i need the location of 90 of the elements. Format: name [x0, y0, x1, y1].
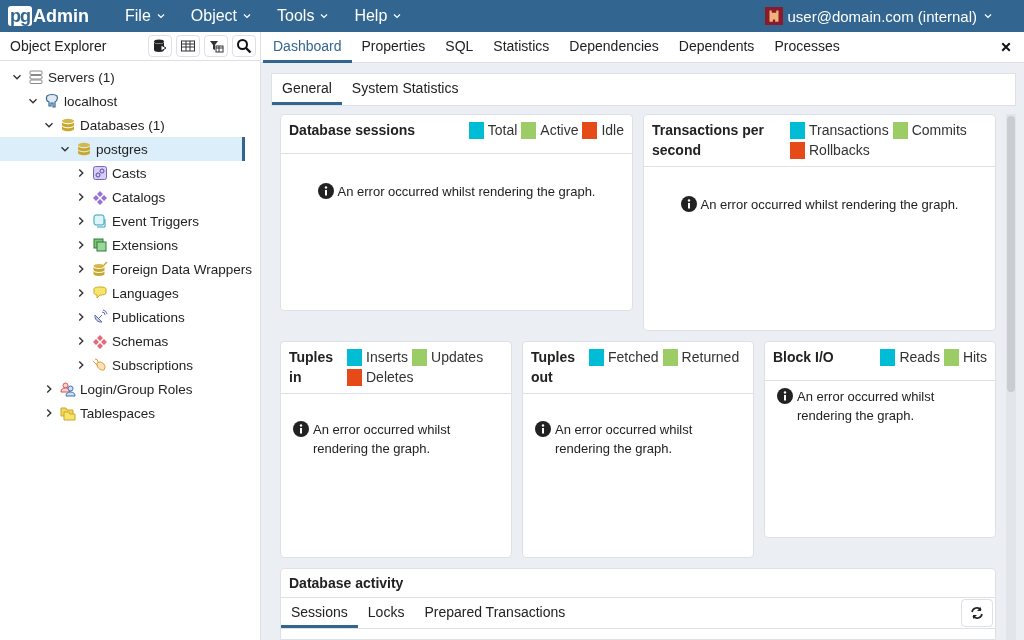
logo-text: Admin — [33, 5, 89, 27]
catalog-icon — [92, 189, 108, 205]
tree-item[interactable]: Extensions — [0, 233, 260, 257]
tree-item[interactable]: Databases (1) — [0, 113, 260, 137]
tab[interactable]: System Statistics — [341, 74, 469, 105]
tab[interactable]: SQL — [435, 32, 484, 63]
tab[interactable]: Prepared Transactions — [414, 598, 576, 628]
legend-label: Transactions — [809, 121, 889, 140]
legend-label: Reads — [899, 348, 940, 367]
error-message: An error occurred whilst rendering the graph. — [797, 388, 936, 425]
panel-title: Tuples out — [531, 348, 577, 387]
menu-item[interactable]: Help — [342, 0, 416, 32]
error-message: An error occurred whilst rendering the graph. — [313, 421, 452, 458]
tab[interactable]: Properties — [351, 32, 436, 63]
refresh-button[interactable] — [961, 599, 993, 627]
tab[interactable]: Dependents — [668, 32, 765, 63]
menu-item[interactable]: Object — [178, 0, 266, 32]
tree-item[interactable]: Subscriptions — [0, 353, 260, 377]
tree-item[interactable]: Servers (1) — [0, 65, 260, 89]
tree-item[interactable]: Casts — [0, 161, 260, 185]
filter-button[interactable] — [204, 35, 228, 57]
users-icon — [60, 381, 76, 397]
tree-item[interactable]: Login/Group Roles — [0, 377, 260, 401]
scroll-thumb[interactable] — [1007, 116, 1015, 392]
error-message: An error occurred whilst rendering the graph. — [555, 421, 694, 458]
cast-icon — [92, 165, 108, 181]
database-icon — [60, 117, 76, 133]
tab[interactable]: Locks — [357, 598, 415, 628]
legend-label: Active — [540, 121, 579, 140]
table-button[interactable] — [176, 35, 200, 57]
error-message: An error occurred whilst rendering the graph. — [700, 196, 959, 214]
legend-label: Inserts — [366, 348, 408, 367]
tab[interactable]: General — [272, 74, 342, 105]
database-icon — [76, 141, 92, 157]
search-icon — [236, 38, 252, 54]
tab[interactable]: Statistics — [483, 32, 560, 63]
panel-title: Tuples in — [289, 348, 335, 387]
avatar-icon — [764, 7, 783, 25]
panel-title: Transactions per second — [652, 121, 766, 160]
tree-item[interactable]: Languages — [0, 281, 260, 305]
query-tool-button[interactable] — [148, 35, 172, 57]
scrollbar[interactable] — [1006, 114, 1016, 640]
panel-title: Database sessions — [289, 121, 417, 140]
user-menu[interactable]: user@domain.com (internal) — [758, 6, 1000, 26]
database-play-icon — [152, 38, 168, 54]
tree-item[interactable]: Publications — [0, 305, 260, 329]
legend-label: Commits — [911, 121, 967, 140]
legend-label: Rollbacks — [809, 141, 870, 160]
tree-item[interactable]: Event Triggers — [0, 209, 260, 233]
legend-label: Updates — [431, 348, 484, 367]
tab[interactable]: Processes — [764, 32, 850, 63]
legend-label: Idle — [601, 121, 624, 140]
legend-label: Hits — [962, 348, 987, 367]
legend-label: Total — [487, 121, 518, 140]
legend-label: Fetched — [608, 348, 659, 367]
table-icon — [180, 38, 196, 54]
schema-icon — [92, 333, 108, 349]
trigger-icon — [92, 213, 108, 229]
folder-icon — [60, 405, 76, 421]
database-icon — [92, 261, 108, 277]
info-icon — [293, 421, 309, 437]
legend-label: Deletes — [366, 368, 414, 387]
error-message: An error occurred whilst rendering the graph. — [337, 183, 596, 201]
info-icon — [680, 196, 697, 212]
tree-item[interactable]: Tablespaces — [0, 401, 260, 425]
info-icon — [777, 388, 793, 404]
panel-title: Database activity — [281, 569, 995, 598]
info-icon — [535, 421, 551, 437]
tree-item[interactable]: localhost — [0, 89, 260, 113]
tree-item[interactable]: Catalogs — [0, 185, 260, 209]
tab[interactable]: Sessions — [281, 598, 358, 628]
menu-item[interactable]: File — [113, 0, 179, 32]
tab[interactable]: Dashboard — [263, 32, 352, 63]
server-stack-icon — [28, 69, 44, 85]
tab[interactable]: Dependencies — [559, 32, 669, 63]
menu-item[interactable]: Tools — [265, 0, 343, 32]
tree-item[interactable]: postgres — [0, 137, 245, 161]
panel-title: Object Explorer — [10, 38, 108, 54]
close-icon[interactable] — [1000, 41, 1012, 53]
extension-icon — [92, 237, 108, 253]
refresh-icon — [969, 605, 985, 621]
speech-bubble-icon — [92, 285, 108, 301]
panel-title: Block I/O — [773, 348, 835, 367]
logo-mark: pg — [8, 6, 32, 26]
filter-icon — [208, 38, 224, 54]
legend-label: Returned — [681, 348, 740, 367]
info-icon — [317, 183, 334, 199]
tree-item[interactable]: Schemas — [0, 329, 260, 353]
search-button[interactable] — [232, 35, 256, 57]
tree-item[interactable]: Foreign Data Wrappers — [0, 257, 260, 281]
